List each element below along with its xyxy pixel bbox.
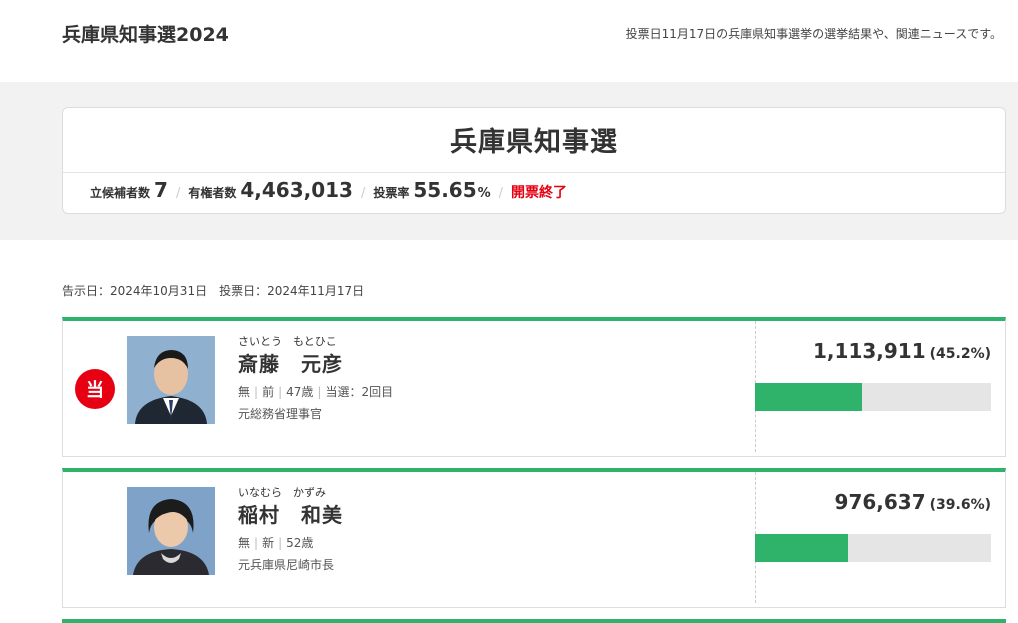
vote-share-fill: [755, 534, 849, 562]
candidate-meta: 無 | 前 | 47歳 | 当選：2回目: [238, 385, 394, 399]
vote-rate: (45.2%): [929, 346, 991, 362]
candidate-meta: 無 | 新 | 52歳: [238, 536, 314, 550]
candidates-count-value: 7: [154, 178, 168, 202]
party: 無: [238, 385, 251, 399]
candidate-career: 元総務省理事官: [238, 407, 323, 421]
winner-badge: 当: [75, 369, 115, 409]
site-title[interactable]: 兵庫県知事選2024: [62, 20, 229, 47]
stat-separator: /: [175, 186, 181, 201]
stat-separator: /: [360, 186, 366, 201]
site-description: 投票日11月17日の兵庫県知事選挙の選挙結果や、関連ニュースです。: [625, 27, 1002, 41]
next-candidate-card-edge: [62, 619, 1006, 623]
candidates-count-label: 立候補者数: [90, 186, 151, 200]
election-dates: 告示日：2024年10月31日 投票日：2024年11月17日: [62, 284, 365, 298]
count-status: 開票終了: [511, 185, 568, 201]
vote-count: 1,113,911: [813, 339, 926, 363]
candidate-photo: [127, 336, 215, 424]
candidate-card[interactable]: 当 さいとう もとひこ 斎藤 元彦 無 | 前 | 47歳 | 当選：2回目 元総務省理事官…: [62, 317, 1006, 457]
elected-count: 当選：2回目: [325, 385, 394, 399]
age: 47歳: [286, 385, 314, 399]
candidate-kana: いなむら かずみ: [238, 486, 326, 499]
candidate-name[interactable]: 斎藤 元彦: [238, 348, 343, 377]
party: 無: [238, 536, 251, 550]
candidate-photo: [127, 487, 215, 575]
summary-divider: [63, 172, 1005, 173]
voters-value: 4,463,013: [240, 178, 353, 202]
candidate-kana: さいとう もとひこ: [238, 335, 337, 348]
turnout-unit: %: [477, 186, 491, 201]
summary-card: 兵庫県知事選 立候補者数 7 / 有権者数 4,463,013 / 投票率 55…: [62, 107, 1006, 214]
voters-label: 有権者数: [188, 186, 237, 200]
election-title: 兵庫県知事選: [450, 127, 618, 158]
age: 52歳: [286, 536, 314, 550]
incumbency: 新: [262, 536, 275, 550]
vote-count: 976,637: [834, 490, 926, 514]
vote-total: 976,637 (39.6%): [835, 490, 991, 514]
vote-total: 1,113,911 (45.2%): [813, 339, 991, 363]
incumbency: 前: [262, 385, 275, 399]
candidate-card[interactable]: いなむら かずみ 稲村 和美 無 | 新 | 52歳 元兵庫県尼崎市長 976,637(…: [62, 468, 1006, 608]
vote-rate: (39.6%): [929, 497, 991, 513]
turnout-label: 投票率: [373, 186, 410, 200]
vote-share-fill: [755, 383, 862, 411]
summary-band: 兵庫県知事選 立候補者数 7 / 有権者数 4,463,013 / 投票率 55…: [0, 82, 1018, 240]
site-header: 兵庫県知事選2024 投票日11月17日の兵庫県知事選挙の選挙結果や、関連ニュー…: [0, 0, 1018, 82]
vote-share-bar: [755, 383, 991, 411]
vote-share-bar: [755, 534, 991, 562]
turnout-value: 55.65: [413, 178, 477, 202]
stat-separator: /: [498, 186, 504, 201]
candidate-career: 元兵庫県尼崎市長: [238, 558, 335, 572]
election-stats: 立候補者数 7 / 有権者数 4,463,013 / 投票率 55.65 % /…: [90, 178, 567, 206]
candidate-name[interactable]: 稲村 和美: [238, 499, 343, 528]
